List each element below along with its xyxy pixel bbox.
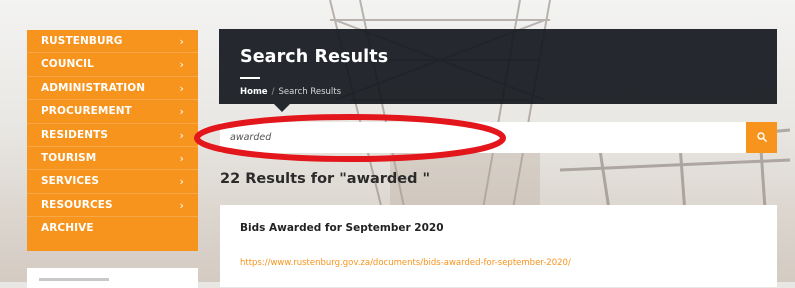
chevron-right-icon: › (179, 128, 184, 142)
sidebar-item-tourism[interactable]: TOURISM › (27, 147, 198, 171)
title-underline (240, 77, 260, 79)
sidebar-item-label: COUNCIL (41, 58, 94, 71)
chevron-right-icon: › (179, 58, 184, 72)
sidebar-menu: RUSTENBURG › COUNCIL › ADMINISTRATION › … (27, 30, 198, 251)
chevron-right-icon: › (179, 151, 184, 165)
breadcrumb-current: Search Results (278, 87, 342, 97)
chevron-right-icon: › (179, 198, 184, 212)
sidebar-item-label: ARCHIVE (41, 222, 94, 235)
sidebar-widget (27, 268, 198, 288)
sidebar-item-resources[interactable]: RESOURCES › (27, 194, 198, 218)
breadcrumb: Home / Search Results (240, 87, 341, 97)
header-pointer (274, 104, 290, 112)
search-result-card: Bids Awarded for September 2020 https://… (220, 205, 777, 287)
search-input[interactable] (220, 122, 746, 153)
widget-heading-placeholder (39, 278, 109, 281)
sidebar-item-residents[interactable]: RESIDENTS › (27, 124, 198, 147)
breadcrumb-separator: / (271, 87, 275, 97)
result-url-link[interactable]: https://www.rustenburg.gov.za/documents/… (240, 258, 571, 268)
sidebar-item-label: TOURISM (41, 151, 97, 164)
sidebar-item-label: ADMINISTRATION (41, 81, 146, 94)
page-header: Search Results Home / Search Results (219, 29, 777, 104)
sidebar-item-council[interactable]: COUNCIL › (27, 53, 198, 77)
sidebar-item-label: PROCUREMENT (41, 105, 132, 118)
sidebar-item-rustenburg[interactable]: RUSTENBURG › (27, 30, 198, 54)
results-count-heading: 22 Results for "awarded " (220, 171, 431, 187)
sidebar-item-administration[interactable]: ADMINISTRATION › (27, 77, 198, 101)
sidebar-item-services[interactable]: SERVICES › (27, 170, 198, 194)
breadcrumb-home-link[interactable]: Home (240, 87, 268, 97)
sidebar-item-procurement[interactable]: PROCUREMENT › (27, 100, 198, 124)
sidebar-item-label: SERVICES (41, 175, 100, 188)
chevron-right-icon: › (179, 175, 184, 189)
sidebar-item-label: RUSTENBURG (41, 35, 123, 47)
chevron-right-icon: › (179, 81, 184, 95)
chevron-right-icon: › (179, 35, 184, 48)
chevron-right-icon: › (179, 105, 184, 119)
result-title[interactable]: Bids Awarded for September 2020 (240, 222, 444, 234)
sidebar-item-label: RESOURCES (41, 198, 113, 211)
sidebar-item-label: RESIDENTS (41, 128, 109, 141)
search-button[interactable] (746, 122, 777, 153)
search-form (220, 122, 777, 153)
page-title: Search Results (240, 47, 389, 67)
sidebar-item-archive[interactable]: ARCHIVE (27, 217, 198, 240)
search-icon (757, 132, 767, 142)
